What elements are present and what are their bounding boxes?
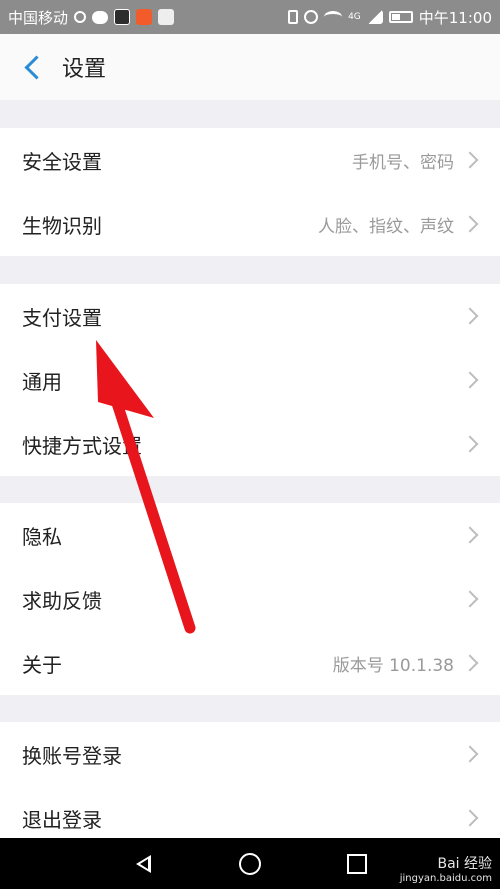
chevron-right-icon: [461, 809, 479, 827]
clock: 中午11:00: [418, 8, 492, 27]
about-row[interactable]: 关于 版本号 10.1.38: [0, 631, 500, 695]
row-label: 求助反馈: [22, 588, 102, 613]
row-right: [461, 809, 480, 827]
row-label: 通用: [22, 369, 62, 394]
privacy-row[interactable]: 隐私: [0, 503, 500, 567]
row-label: 快捷方式设置: [22, 433, 142, 458]
chevron-right-icon: [461, 745, 479, 763]
settings-group-account: 安全设置 手机号、密码 生物识别 人脸、指纹、声纹: [0, 128, 500, 256]
battery-icon: [388, 11, 413, 23]
nav-back-button[interactable]: [123, 844, 163, 884]
settings-group-account-actions: 换账号登录 退出登录: [0, 722, 500, 838]
chevron-right-icon: [461, 526, 479, 544]
system-nav-bar: Bai 经验 jingyan.baidu.com: [0, 838, 500, 889]
security-settings-row[interactable]: 安全设置 手机号、密码: [0, 128, 500, 192]
watermark: Bai 经验 jingyan.baidu.com: [400, 856, 492, 885]
alarm-icon: [304, 10, 319, 24]
chevron-right-icon: [461, 215, 479, 233]
watermark-url: jingyan.baidu.com: [399, 873, 492, 884]
app-header: 设置: [0, 34, 500, 100]
row-right: [461, 307, 480, 325]
square-recents-icon: [346, 853, 367, 874]
settings-group-misc: 隐私 求助反馈 关于 版本号 10.1.38: [0, 503, 500, 695]
row-label: 换账号登录: [22, 743, 122, 768]
row-label: 支付设置: [22, 305, 102, 330]
back-button[interactable]: [0, 34, 62, 100]
triangle-back-icon: [135, 854, 151, 873]
chevron-left-icon: [23, 54, 49, 80]
status-bar-left: 中国移动: [8, 7, 175, 28]
row-label: 关于: [22, 652, 62, 677]
nav-home-button[interactable]: [230, 844, 270, 884]
row-right: 手机号、密码: [352, 148, 480, 173]
switch-account-row[interactable]: 换账号登录: [0, 722, 500, 786]
circle-home-icon: [238, 852, 261, 875]
row-right: [461, 745, 480, 763]
chevron-right-icon: [461, 654, 479, 672]
chevron-right-icon: [461, 151, 479, 169]
settings-group-general: 支付设置 通用 快捷方式设置: [0, 284, 500, 476]
row-label: 退出登录: [22, 807, 102, 832]
vibrate-icon: [288, 10, 299, 24]
row-label: 隐私: [22, 524, 62, 549]
status-bar-right: 4G 中午11:00: [288, 7, 492, 28]
help-feedback-row[interactable]: 求助反馈: [0, 567, 500, 631]
row-right: [461, 371, 480, 389]
general-row[interactable]: 通用: [0, 348, 500, 412]
nav-recents-button[interactable]: [337, 844, 377, 884]
music-app-icon: [158, 9, 175, 25]
row-value: 人脸、指纹、声纹: [318, 216, 454, 237]
row-right: [461, 526, 480, 544]
key-icon: [74, 11, 87, 23]
biometrics-row[interactable]: 生物识别 人脸、指纹、声纹: [0, 192, 500, 256]
carrier-label: 中国移动: [8, 8, 69, 27]
chevron-right-icon: [461, 371, 479, 389]
app-notification-icon: [114, 9, 131, 25]
row-value: 手机号、密码: [352, 152, 454, 173]
payment-settings-row[interactable]: 支付设置: [0, 284, 500, 348]
chevron-right-icon: [461, 307, 479, 325]
row-right: 版本号 10.1.38: [333, 651, 480, 676]
message-icon: [92, 10, 109, 24]
status-bar: 中国移动 4G 中午11:00: [0, 0, 500, 34]
row-right: [461, 590, 480, 608]
chevron-right-icon: [461, 590, 479, 608]
chevron-right-icon: [461, 435, 479, 453]
network-type: 4G: [348, 12, 361, 22]
watermark-brand: Bai 经验: [437, 856, 492, 873]
page-title: 设置: [62, 57, 107, 82]
signal-icon: [366, 10, 383, 24]
video-app-icon: [136, 9, 153, 25]
row-right: 人脸、指纹、声纹: [318, 212, 480, 237]
row-label: 生物识别: [22, 213, 102, 238]
row-label: 安全设置: [22, 149, 102, 174]
wifi-icon: [324, 11, 343, 23]
shortcut-settings-row[interactable]: 快捷方式设置: [0, 412, 500, 476]
version-value: 版本号 10.1.38: [332, 655, 454, 676]
logout-row[interactable]: 退出登录: [0, 786, 500, 838]
row-right: [461, 435, 480, 453]
